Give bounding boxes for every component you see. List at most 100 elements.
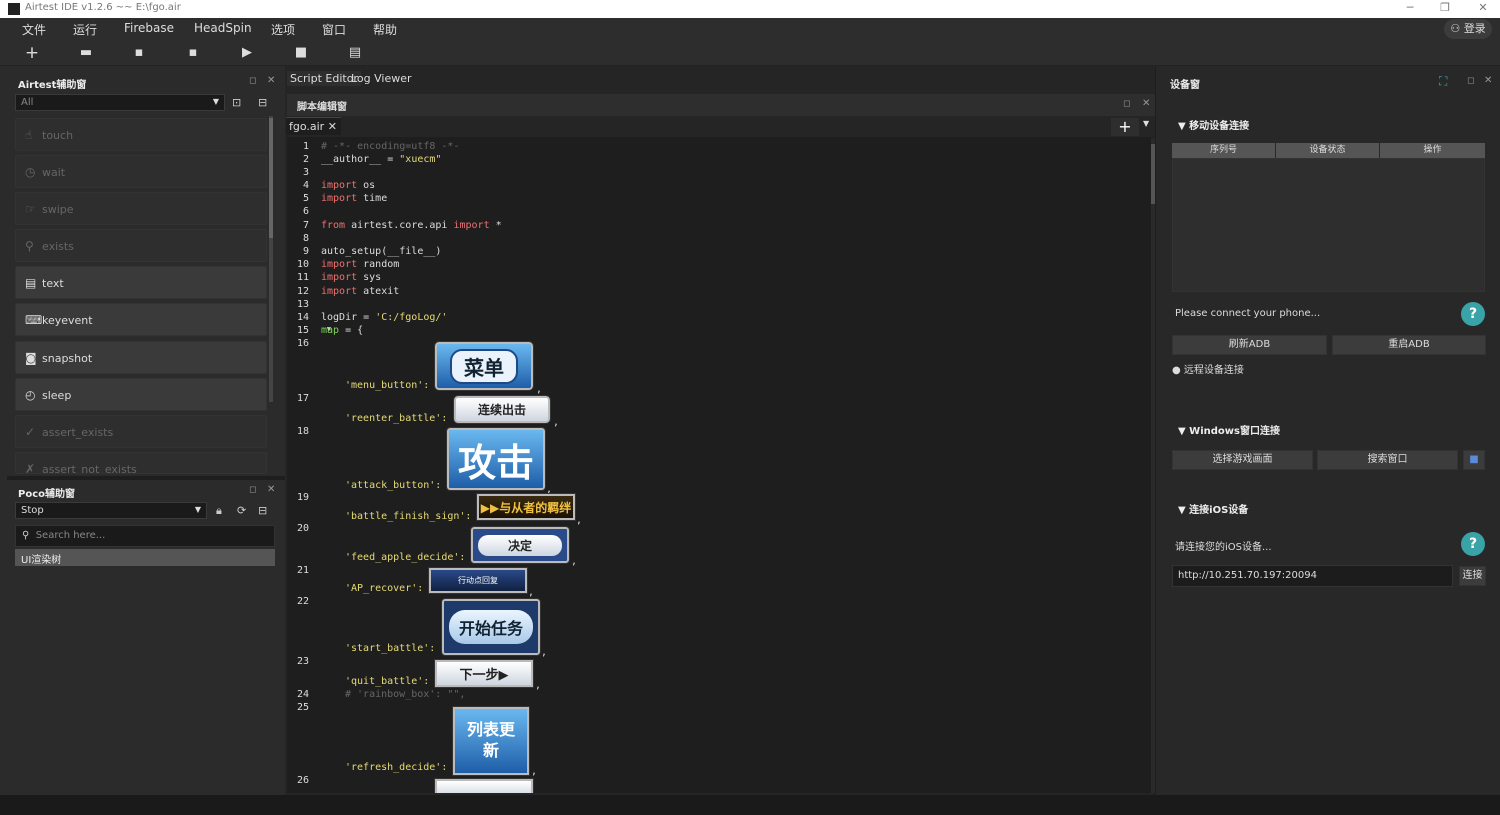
save-icon[interactable]: ▪ bbox=[130, 44, 148, 62]
image-menu-button[interactable]: 菜单 bbox=[434, 341, 534, 391]
api-button-exists[interactable]: ⚲ exists bbox=[15, 229, 267, 262]
mobile-section-title[interactable]: ▼ 移动设备连接 bbox=[1178, 117, 1249, 132]
menu-headspin[interactable]: HeadSpin bbox=[194, 21, 252, 35]
code-editor[interactable]: 1 2 3 4 5 6 7 8 9 10 11 12 13 14 15 16 1… bbox=[287, 137, 1151, 793]
close-tab-icon[interactable]: ✕ bbox=[328, 120, 337, 133]
left-dock-edge bbox=[0, 66, 7, 795]
open-folder-icon[interactable]: ▬ bbox=[77, 44, 95, 62]
airtest-scrollbar-thumb[interactable] bbox=[269, 118, 273, 238]
search-window-button[interactable]: 搜索窗口 bbox=[1317, 450, 1458, 470]
float-icon[interactable]: ◻ bbox=[249, 485, 256, 495]
code-line: from airtest.core.api import * bbox=[321, 220, 502, 231]
close-icon[interactable]: ✕ bbox=[1484, 75, 1492, 86]
api-button-text[interactable]: ▤ text bbox=[15, 266, 267, 299]
menu-help[interactable]: 帮助 bbox=[373, 21, 397, 38]
poco-mode-dropdown[interactable]: Stop ▼ bbox=[15, 502, 207, 519]
touch-icon: ☝ bbox=[25, 128, 33, 142]
tab-log-viewer[interactable]: Log Viewer bbox=[348, 71, 415, 86]
screenshot-icon[interactable]: ⊟ bbox=[258, 96, 267, 109]
api-button-wait[interactable]: ◷ wait bbox=[15, 155, 267, 188]
api-button-label: touch bbox=[42, 129, 74, 142]
image-reenter-battle[interactable]: 连续出击 bbox=[453, 395, 551, 424]
run-icon[interactable]: ▶ bbox=[238, 44, 256, 62]
editor-scrollbar[interactable] bbox=[1151, 139, 1155, 793]
menu-options[interactable]: 选项 bbox=[271, 21, 295, 38]
close-icon[interactable]: ✕ bbox=[1142, 98, 1150, 109]
float-icon[interactable]: ◻ bbox=[1467, 76, 1474, 86]
ios-help-button[interactable]: ? bbox=[1461, 532, 1485, 556]
poco-search-input[interactable]: ⚲ Search here... bbox=[15, 525, 275, 547]
menu-firebase[interactable]: Firebase bbox=[124, 21, 174, 35]
menu-file[interactable]: 文件 bbox=[22, 21, 46, 38]
image-start-battle[interactable]: 开始任务 bbox=[441, 598, 541, 656]
refresh-icon[interactable]: ⟳ bbox=[237, 504, 246, 517]
api-button-assert-exists[interactable]: ✓ assert_exists bbox=[15, 415, 267, 448]
expand-icon[interactable]: ⛶ bbox=[1439, 74, 1447, 89]
image-feed-apple-decide[interactable]: 决定 bbox=[470, 526, 570, 564]
lock-icon[interactable]: 🔒︎ bbox=[216, 504, 222, 518]
editor-scrollbar-thumb[interactable] bbox=[1151, 144, 1155, 204]
ios-connect-button[interactable]: 连接 bbox=[1459, 566, 1486, 586]
float-icon[interactable]: ◻ bbox=[249, 76, 256, 86]
api-button-assert-not-exists[interactable]: ✗ assert_not_exists bbox=[15, 452, 267, 474]
window-settings-icon[interactable]: ■ bbox=[1463, 450, 1485, 470]
menu-run[interactable]: 运行 bbox=[73, 21, 97, 38]
line-number: 15 bbox=[296, 325, 309, 336]
user-icon: ⚇ bbox=[1450, 22, 1461, 35]
close-icon[interactable]: ✕ bbox=[267, 484, 275, 495]
image-battle-finish-sign[interactable]: ▶▶与从者的羁绊 bbox=[476, 493, 576, 521]
code-line: auto_setup(__file__) bbox=[321, 246, 442, 257]
api-filter-dropdown[interactable]: All ▼ bbox=[15, 94, 225, 111]
api-button-sleep[interactable]: ◴ sleep bbox=[15, 378, 267, 411]
api-button-swipe[interactable]: ☞ swipe bbox=[15, 192, 267, 225]
api-button-keyevent[interactable]: ⌨ keyevent bbox=[15, 303, 267, 336]
menu-window[interactable]: 窗口 bbox=[322, 21, 346, 38]
float-icon[interactable]: ◻ bbox=[1123, 99, 1130, 109]
line-number: 22 bbox=[296, 596, 309, 607]
record-icon[interactable]: ⊡ bbox=[232, 96, 241, 109]
log-icon[interactable]: ▤ bbox=[346, 44, 364, 62]
file-tab-fgo[interactable]: fgo.air ✕ bbox=[286, 117, 341, 135]
record-icon[interactable]: ⊟ bbox=[258, 504, 267, 517]
ios-section-title[interactable]: ▼ 连接iOS设备 bbox=[1178, 501, 1248, 516]
refresh-adb-button[interactable]: 刷新ADB bbox=[1172, 335, 1327, 355]
line-number: 19 bbox=[296, 492, 309, 503]
new-icon[interactable]: + bbox=[23, 44, 41, 62]
api-button-touch[interactable]: ☝ touch bbox=[15, 118, 267, 151]
minimize-button[interactable]: ─ bbox=[1395, 1, 1425, 17]
select-game-button[interactable]: 选择游戏画面 bbox=[1172, 450, 1313, 470]
remote-connect-toggle[interactable]: ● 远程设备连接 bbox=[1172, 361, 1244, 376]
check-icon: ✓ bbox=[25, 425, 36, 439]
restore-button[interactable]: ❐ bbox=[1430, 1, 1460, 17]
search-icon: ⚲ bbox=[25, 239, 34, 253]
save-as-icon[interactable]: ▪ bbox=[184, 44, 202, 62]
code-token: airtest.core.api bbox=[345, 220, 454, 231]
ui-tree-root[interactable]: UI渲染树 bbox=[15, 549, 275, 566]
chevron-down-icon[interactable]: ▼ bbox=[1143, 119, 1149, 128]
api-button-snapshot[interactable]: ◙ snapshot bbox=[15, 341, 267, 374]
image-refresh-decide[interactable]: 列表更新 bbox=[452, 706, 530, 776]
restart-adb-button[interactable]: 重启ADB bbox=[1332, 335, 1486, 355]
windows-section-title[interactable]: ▼ Windows窗口连接 bbox=[1178, 422, 1280, 437]
help-button[interactable]: ? bbox=[1461, 302, 1485, 326]
column-status: 设备状态 bbox=[1276, 143, 1380, 158]
image-quit-battle[interactable]: 下一步▶ bbox=[434, 659, 534, 688]
image-ap-recover[interactable]: 行动点回复 bbox=[428, 567, 528, 594]
code-line: # 'rainbow_box': "", bbox=[345, 689, 466, 700]
line-number: 12 bbox=[296, 286, 309, 297]
script-editor-area: Script Editor Log Viewer 脚本编辑窗 ◻ ✕ fgo.a… bbox=[285, 66, 1155, 795]
ios-url-input[interactable]: http://10.251.70.197:20094 bbox=[1172, 565, 1453, 587]
code-token: "xuecm" bbox=[399, 154, 442, 165]
line-number: 16 bbox=[296, 338, 309, 349]
poco-panel-title: Poco辅助窗 bbox=[18, 489, 75, 500]
add-tab-button[interactable]: + bbox=[1111, 118, 1139, 136]
stop-icon[interactable]: ■ bbox=[292, 44, 310, 62]
image-next-entry[interactable] bbox=[434, 778, 534, 793]
api-button-label: snapshot bbox=[42, 352, 93, 365]
comma: , bbox=[571, 556, 578, 567]
login-button[interactable]: ⚇ 登录 bbox=[1444, 19, 1492, 39]
close-icon[interactable]: ✕ bbox=[267, 75, 275, 86]
close-window-button[interactable]: ✕ bbox=[1468, 1, 1498, 17]
column-action: 操作 bbox=[1423, 145, 1442, 155]
image-attack-button[interactable]: 攻击 bbox=[446, 427, 546, 491]
